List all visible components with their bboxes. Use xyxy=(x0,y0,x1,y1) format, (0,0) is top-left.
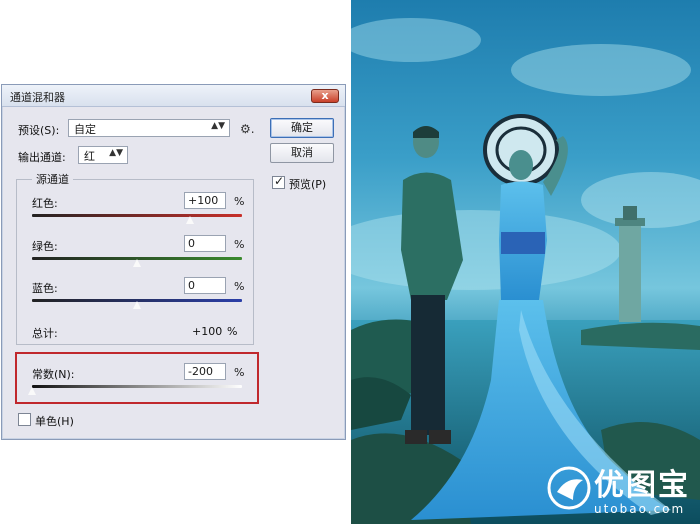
preview-checkbox[interactable] xyxy=(272,174,285,189)
watermark: 优图宝 utobao.com xyxy=(594,468,690,517)
red-slider-thumb[interactable] xyxy=(184,215,195,225)
blue-percent-sign: % xyxy=(234,280,245,293)
preset-value: 自定 xyxy=(74,123,96,136)
title-bar: 通道混和器 x xyxy=(2,85,345,107)
blue-slider-thumb[interactable] xyxy=(132,300,142,310)
preset-select[interactable]: 自定 ▲▼ xyxy=(68,119,230,137)
preview-label: 预览(P) xyxy=(289,178,327,191)
watermark-main-text: 优图宝 xyxy=(594,468,690,503)
channel-mixer-dialog: 通道混和器 x 预设(S): 自定 ▲▼ ⚙. 确定 取消 输出通道: 红 ▲▼… xyxy=(1,84,346,440)
preset-label: 预设(S): xyxy=(18,124,60,137)
monochrome-checkbox[interactable] xyxy=(18,413,31,426)
output-channel-value: 红 xyxy=(84,150,95,163)
red-percent-sign: % xyxy=(234,195,245,208)
green-value-input[interactable]: 0 xyxy=(184,235,226,252)
dialog-title: 通道混和器 xyxy=(10,91,65,104)
constant-slider-track[interactable] xyxy=(32,385,242,388)
green-percent-sign: % xyxy=(234,238,245,251)
red-channel-label: 红色: xyxy=(32,197,58,210)
total-percent-sign: % xyxy=(227,325,238,338)
green-channel-label: 绿色: xyxy=(32,240,58,253)
constant-label: 常数(N): xyxy=(32,368,75,381)
ok-button[interactable]: 确定 xyxy=(270,118,334,138)
blue-channel-label: 蓝色: xyxy=(32,282,58,295)
photo-illustration xyxy=(351,18,700,524)
total-label: 总计: xyxy=(32,327,58,340)
watermark-url: utobao.com xyxy=(594,502,686,516)
constant-slider-thumb[interactable] xyxy=(27,386,37,396)
result-photo: 优图宝 utobao.com xyxy=(351,0,700,524)
blue-value-input[interactable]: 0 xyxy=(184,277,226,294)
source-channels-legend: 源通道 xyxy=(32,171,73,187)
red-value-input[interactable]: +100 xyxy=(184,192,226,209)
chevron-updown-icon: ▲▼ xyxy=(211,121,225,131)
gear-icon[interactable]: ⚙. xyxy=(240,122,255,136)
green-slider-thumb[interactable] xyxy=(132,258,142,268)
monochrome-label: 单色(H) xyxy=(35,415,74,428)
chevron-updown-icon: ▲▼ xyxy=(109,148,123,158)
output-channel-select[interactable]: 红 ▲▼ xyxy=(78,146,128,164)
total-value: +100 xyxy=(192,325,223,338)
red-slider-track[interactable] xyxy=(32,214,242,217)
constant-value-input[interactable]: -200 xyxy=(184,363,226,380)
cancel-button[interactable]: 取消 xyxy=(270,143,334,163)
constant-percent-sign: % xyxy=(234,366,245,379)
close-button[interactable]: x xyxy=(311,89,339,103)
output-channel-label: 输出通道: xyxy=(18,151,66,164)
